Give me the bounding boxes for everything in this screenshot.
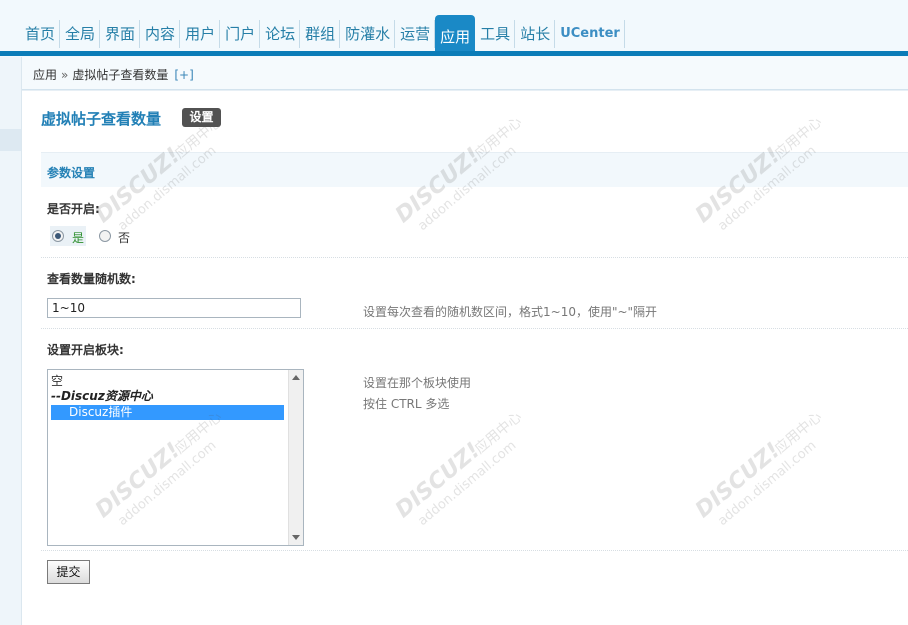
list-optgroup: --Discuz资源中心 [51, 389, 153, 403]
nav-item-home[interactable]: 首页 [20, 20, 61, 48]
nav-item-users[interactable]: 用户 [180, 20, 221, 48]
row-divider [41, 257, 908, 258]
nav-item-content[interactable]: 内容 [140, 20, 181, 48]
main-nav: 首页 全局 界面 内容 用户 门户 论坛 群组 防灌水 运营 应用 工具 站长 … [20, 14, 625, 52]
breadcrumb-add-shortcut[interactable]: [+] [174, 68, 193, 82]
list-option-selected[interactable]: Discuz插件 [51, 405, 284, 420]
random-range-input[interactable] [47, 298, 301, 318]
listbox-scrollbar[interactable] [288, 370, 303, 545]
nav-item-ucenter[interactable]: UCenter [555, 20, 625, 48]
random-hint: 设置每次查看的随机数区间，格式1~10，使用"~"隔开 [363, 305, 658, 319]
sidebar-highlight [0, 129, 21, 151]
svg-text:DISCUZ!: DISCUZ! [691, 438, 785, 523]
breadcrumb-current: 虚拟帖子查看数量 [72, 68, 169, 82]
watermark-logo: DISCUZ! 应用中心 addon.dismall.com [691, 408, 825, 529]
row-divider [41, 328, 908, 329]
radio-no-label[interactable]: 否 [118, 229, 130, 246]
page-title: 虚拟帖子查看数量 [41, 110, 162, 128]
submit-button[interactable]: 提交 [47, 560, 90, 584]
list-option[interactable]: 空 [51, 374, 63, 389]
forums-multiselect[interactable]: 空 --Discuz资源中心 Discuz插件 [47, 369, 304, 546]
divider [22, 90, 908, 91]
forums-hint-2: 按住 CTRL 多选 [363, 397, 450, 411]
svg-text:addon.dismall.com: addon.dismall.com [415, 438, 519, 529]
section-title: 参数设置 [47, 166, 96, 180]
breadcrumb-separator: » [61, 68, 69, 82]
watermark-logo: DISCUZ! 应用中心 addon.dismall.com [391, 408, 525, 529]
radio-yes[interactable] [52, 230, 64, 242]
nav-rule [0, 51, 908, 56]
nav-item-antispam[interactable]: 防灌水 [340, 20, 396, 48]
row-divider [41, 550, 908, 551]
random-label: 查看数量随机数: [47, 272, 136, 286]
svg-text:应用中心: 应用中心 [471, 408, 525, 457]
breadcrumb: 应用 » 虚拟帖子查看数量 [+] [22, 57, 908, 90]
nav-item-admin[interactable]: 站长 [515, 20, 556, 48]
left-sidebar [0, 57, 22, 625]
scroll-down-icon[interactable] [292, 535, 300, 540]
nav-item-global[interactable]: 全局 [60, 20, 101, 48]
nav-item-operations[interactable]: 运营 [395, 20, 436, 48]
nav-item-apps[interactable]: 应用 [435, 15, 476, 52]
nav-item-tools[interactable]: 工具 [475, 20, 516, 48]
nav-item-interface[interactable]: 界面 [100, 20, 141, 48]
svg-text:应用中心: 应用中心 [771, 408, 825, 457]
nav-item-groups[interactable]: 群组 [300, 20, 341, 48]
svg-text:addon.dismall.com: addon.dismall.com [715, 438, 819, 529]
radio-yes-label[interactable]: 是 [72, 229, 84, 246]
forums-label: 设置开启板块: [47, 343, 124, 357]
nav-item-forum[interactable]: 论坛 [260, 20, 301, 48]
scroll-up-icon[interactable] [292, 375, 300, 380]
breadcrumb-parent[interactable]: 应用 [33, 68, 57, 82]
radio-no[interactable] [99, 230, 111, 242]
forums-hint-1: 设置在那个板块使用 [363, 376, 472, 390]
enable-label: 是否开启: [47, 202, 100, 216]
top-nav-bar: 首页 全局 界面 内容 用户 门户 论坛 群组 防灌水 运营 应用 工具 站长 … [0, 0, 908, 57]
section-header: 参数设置 [41, 152, 908, 187]
svg-text:DISCUZ!: DISCUZ! [391, 438, 485, 523]
settings-tab-button[interactable]: 设置 [182, 108, 221, 127]
nav-item-portal[interactable]: 门户 [220, 20, 261, 48]
